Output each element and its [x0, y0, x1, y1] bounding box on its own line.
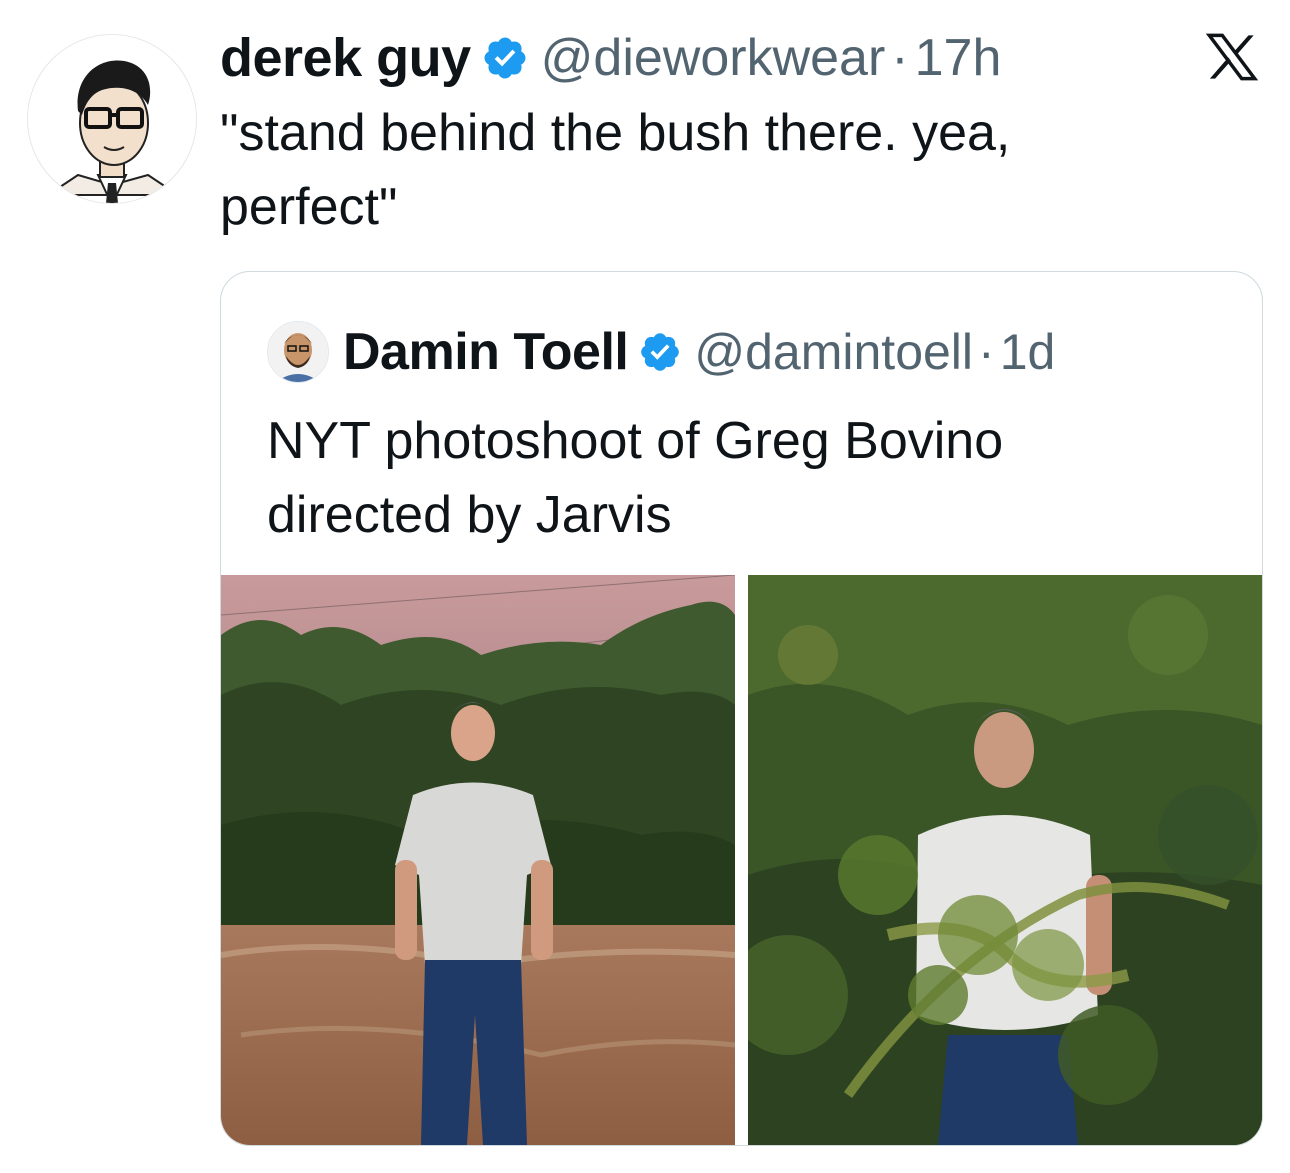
cartoon-avatar-icon	[268, 322, 328, 382]
quoted-tweet-text: NYT photoshoot of Greg Bovino directed b…	[267, 404, 1227, 552]
media-divider	[735, 575, 748, 1145]
author-name[interactable]: derek guy	[220, 27, 471, 89]
photo-icon	[748, 575, 1262, 1145]
illustrated-portrait-avatar-icon	[28, 35, 196, 203]
quoted-tweet-timestamp[interactable]: 1d	[1000, 323, 1056, 381]
verified-badge-icon	[484, 37, 526, 79]
quoted-text-line-1: NYT photoshoot of Greg Bovino	[267, 412, 1004, 470]
quoted-author-name[interactable]: Damin Toell	[343, 322, 629, 382]
quoted-tweet-header: Damin Toell @damintoell · 1d	[267, 321, 1056, 383]
x-logo-icon[interactable]	[1206, 33, 1258, 81]
tweet-header: derek guy @dieworkwear · 17h	[220, 26, 1001, 90]
quoted-author-avatar[interactable]	[267, 321, 329, 383]
tweet-text: "stand behind the bush there. yea, perfe…	[220, 96, 1180, 244]
author-handle[interactable]: @dieworkwear	[541, 28, 886, 88]
verified-badge-icon	[641, 333, 680, 371]
photo-man-in-bush[interactable]	[748, 575, 1262, 1145]
tweet-text-line-1: "stand behind the bush there. yea,	[220, 104, 1011, 162]
quoted-text-line-2: directed by Jarvis	[267, 486, 672, 544]
photo-icon	[221, 575, 735, 1145]
media-grid	[221, 575, 1262, 1145]
separator-dot: ·	[978, 324, 995, 380]
quoted-author-handle[interactable]: @damintoell	[694, 323, 973, 381]
tweet-timestamp[interactable]: 17h	[915, 28, 1002, 88]
tweet-text-line-2: perfect"	[220, 178, 398, 236]
quoted-tweet-card[interactable]: Damin Toell @damintoell · 1d NYT photosh…	[220, 271, 1263, 1146]
separator-dot: ·	[891, 29, 909, 87]
author-avatar[interactable]	[27, 34, 197, 204]
photo-man-by-bushes[interactable]	[221, 575, 735, 1145]
